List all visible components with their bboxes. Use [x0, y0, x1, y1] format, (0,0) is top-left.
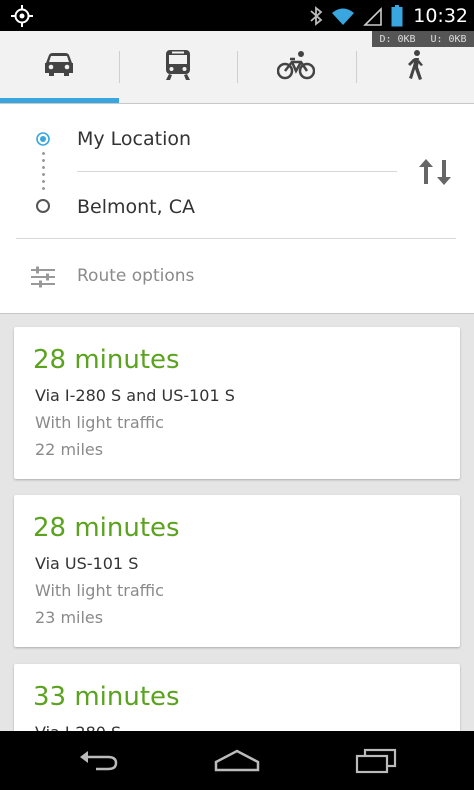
recent-apps-button[interactable] — [326, 731, 426, 790]
field-divider — [77, 171, 397, 172]
route-duration: 33 minutes — [33, 682, 180, 712]
signal-icon — [363, 6, 383, 26]
route-via: Via I-280 S and US-101 S — [35, 386, 235, 405]
gps-icon — [10, 4, 34, 28]
route-options-button[interactable]: Route options — [77, 266, 194, 286]
route-duration: 28 minutes — [33, 513, 180, 543]
home-button[interactable] — [187, 731, 287, 790]
my-location-icon — [36, 131, 50, 146]
options-divider — [16, 238, 456, 239]
route-traffic: With light traffic — [35, 581, 164, 600]
status-bar: 10:32 — [0, 0, 474, 31]
destination-field[interactable]: Belmont, CA — [77, 196, 195, 218]
route-input-card — [0, 104, 474, 314]
home-icon — [214, 749, 260, 771]
route-via: Via US-101 S — [35, 554, 139, 573]
bicycle-icon — [277, 50, 316, 84]
origin-field[interactable]: My Location — [77, 128, 191, 150]
recent-apps-icon — [355, 748, 397, 773]
battery-icon — [391, 4, 403, 27]
data-up-label: U: 0KB — [430, 33, 467, 45]
tab-bike[interactable] — [237, 31, 356, 103]
destination-icon — [36, 199, 50, 213]
swap-endpoints-button[interactable] — [416, 157, 456, 187]
tab-drive[interactable] — [0, 31, 119, 103]
tab-transit[interactable] — [118, 31, 238, 103]
route-distance: 23 miles — [35, 608, 104, 627]
wifi-icon — [331, 6, 355, 26]
swap-icon — [419, 159, 451, 185]
route-traffic: With light traffic — [35, 413, 164, 432]
car-icon — [42, 51, 76, 83]
clock: 10:32 — [413, 4, 468, 27]
route-card[interactable]: 28 minutes Via US-101 S With light traff… — [14, 495, 460, 647]
data-counter: D: 0KB U: 0KB — [372, 31, 474, 47]
sliders-icon — [30, 265, 56, 289]
bluetooth-icon — [309, 5, 323, 26]
route-connector-dots — [42, 150, 45, 192]
bus-icon — [164, 49, 192, 85]
navigation-bar — [0, 731, 474, 790]
route-card[interactable]: 28 minutes Via I-280 S and US-101 S With… — [14, 327, 460, 479]
walking-icon — [403, 49, 427, 85]
back-button[interactable] — [50, 731, 150, 790]
data-down-label: D: 0KB — [379, 33, 416, 45]
route-duration: 28 minutes — [33, 345, 180, 375]
route-distance: 22 miles — [35, 440, 104, 459]
back-icon — [80, 750, 118, 770]
